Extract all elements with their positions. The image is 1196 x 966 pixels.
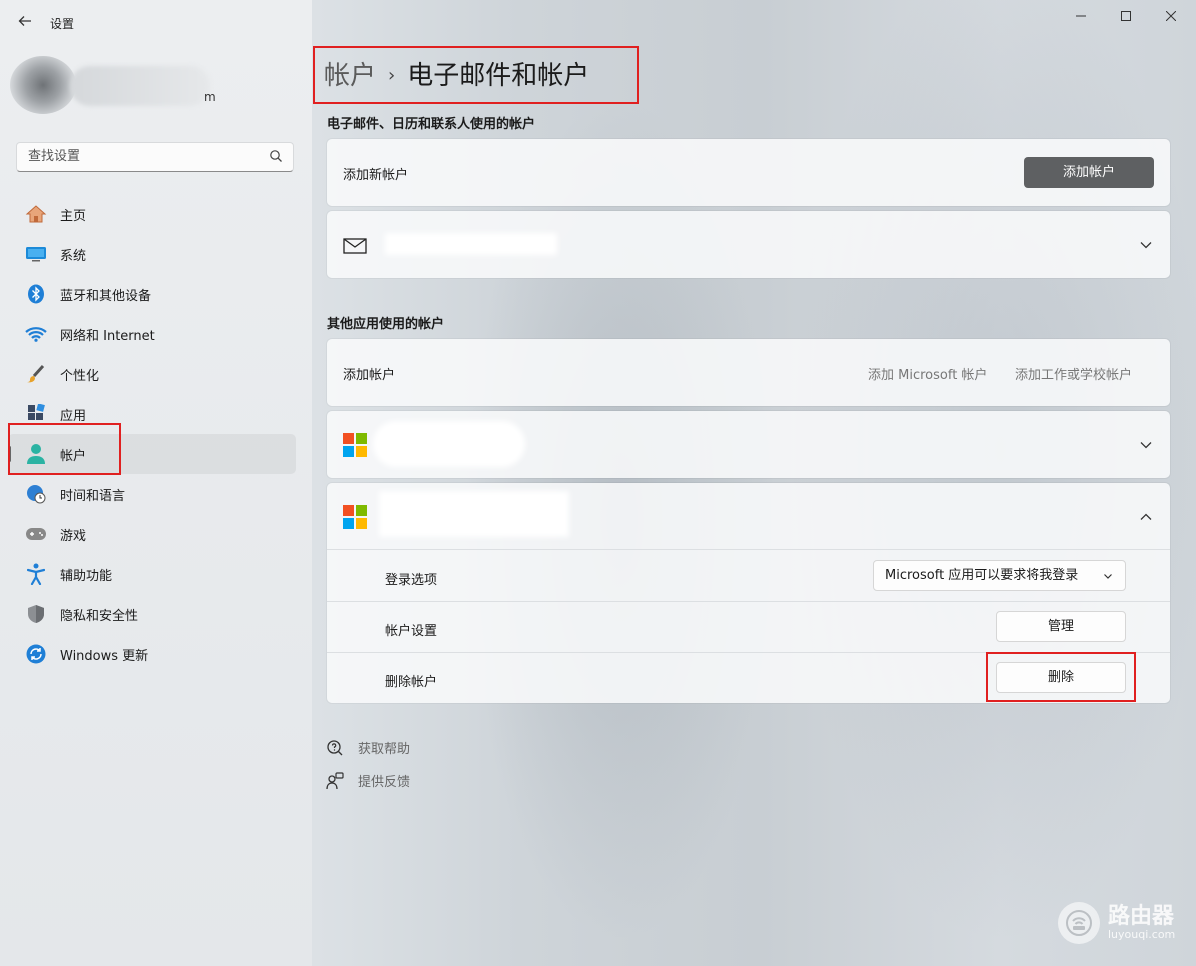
search-icon[interactable] bbox=[269, 149, 283, 163]
sidebar-item-label: 主页 bbox=[60, 208, 87, 224]
microsoft-account-card-collapsed[interactable] bbox=[327, 411, 1170, 478]
feedback-icon bbox=[326, 771, 344, 789]
divider bbox=[327, 601, 1170, 602]
add-account-button[interactable]: 添加帐户 bbox=[1024, 157, 1154, 188]
sidebar-item-system[interactable]: 系统 bbox=[8, 234, 296, 274]
watermark-site: luyouqi.com bbox=[1108, 928, 1176, 941]
maximize-button[interactable] bbox=[1111, 6, 1141, 28]
highlight-accounts-nav bbox=[8, 423, 121, 475]
chevron-down-icon[interactable] bbox=[1139, 238, 1153, 252]
email-account-card[interactable] bbox=[327, 211, 1170, 278]
give-feedback-link[interactable]: 提供反馈 bbox=[326, 771, 410, 790]
chevron-down-icon bbox=[1104, 574, 1112, 579]
manage-button[interactable]: 管理 bbox=[996, 611, 1126, 642]
sidebar-item-accessibility[interactable]: 辅助功能 bbox=[8, 554, 296, 594]
account-name-redacted bbox=[379, 491, 569, 537]
sidebar-item-label: 网络和 Internet bbox=[60, 328, 155, 344]
chevron-up-icon[interactable] bbox=[1139, 510, 1153, 524]
back-button[interactable] bbox=[14, 12, 36, 34]
close-icon bbox=[1165, 10, 1177, 22]
sidebar-item-label: 系统 bbox=[60, 248, 87, 264]
watermark: 路由器 luyouqi.com bbox=[1058, 902, 1175, 944]
wifi-icon bbox=[24, 322, 48, 346]
app-title: 设置 bbox=[50, 17, 75, 31]
remove-account-label: 删除帐户 bbox=[385, 675, 438, 690]
add-email-account-card: 添加新帐户 添加帐户 bbox=[327, 139, 1170, 206]
update-icon bbox=[24, 642, 48, 666]
sidebar-item-label: 个性化 bbox=[60, 368, 100, 384]
home-icon bbox=[24, 202, 48, 226]
get-help-link[interactable]: 获取帮助 bbox=[326, 738, 410, 757]
account-settings-label: 帐户设置 bbox=[385, 624, 438, 639]
signin-options-dropdown[interactable]: Microsoft 应用可以要求将我登录 bbox=[873, 560, 1126, 591]
section-title-email: 电子邮件、日历和联系人使用的帐户 bbox=[327, 117, 536, 132]
shield-icon bbox=[24, 602, 48, 626]
sidebar-item-label: 应用 bbox=[60, 408, 87, 424]
chevron-down-icon[interactable] bbox=[1139, 438, 1153, 452]
sidebar-item-time-language[interactable]: 时间和语言 bbox=[8, 474, 296, 514]
accessibility-icon bbox=[24, 562, 48, 586]
sidebar-item-label: 游戏 bbox=[60, 528, 87, 544]
sidebar-item-home[interactable]: 主页 bbox=[8, 194, 296, 234]
minimize-icon bbox=[1076, 15, 1086, 17]
watermark-name: 路由器 bbox=[1108, 904, 1175, 929]
back-arrow-icon bbox=[18, 16, 31, 26]
add-account-label: 添加帐户 bbox=[343, 368, 396, 383]
sidebar-item-network[interactable]: 网络和 Internet bbox=[8, 314, 296, 354]
sidebar-item-personalization[interactable]: 个性化 bbox=[8, 354, 296, 394]
signin-options-value: Microsoft 应用可以要求将我登录 bbox=[885, 568, 1079, 583]
section-title-other-apps: 其他应用使用的帐户 bbox=[327, 317, 445, 332]
mail-icon bbox=[343, 238, 367, 254]
profile-name-redacted bbox=[70, 66, 210, 106]
get-help-label: 获取帮助 bbox=[358, 742, 411, 757]
close-button[interactable] bbox=[1156, 6, 1186, 28]
sidebar-item-privacy[interactable]: 隐私和安全性 bbox=[8, 594, 296, 634]
give-feedback-label: 提供反馈 bbox=[358, 775, 411, 790]
add-work-school-account-link[interactable]: 添加工作或学校帐户 bbox=[1015, 364, 1132, 383]
sidebar-item-gaming[interactable]: 游戏 bbox=[8, 514, 296, 554]
minimize-button[interactable] bbox=[1066, 6, 1096, 28]
profile-name: m bbox=[204, 90, 216, 104]
bluetooth-icon bbox=[24, 282, 48, 306]
account-name-redacted bbox=[373, 421, 525, 467]
search-box[interactable] bbox=[16, 142, 294, 172]
search-input[interactable] bbox=[26, 148, 260, 165]
sidebar-item-label: 时间和语言 bbox=[60, 488, 126, 504]
add-microsoft-account-link[interactable]: 添加 Microsoft 帐户 bbox=[868, 364, 987, 383]
sidebar-item-label: 辅助功能 bbox=[60, 568, 113, 584]
signin-options-label: 登录选项 bbox=[385, 573, 438, 588]
system-icon bbox=[24, 242, 48, 266]
email-address-redacted bbox=[385, 233, 557, 255]
avatar[interactable] bbox=[10, 56, 76, 114]
sidebar-item-label: Windows 更新 bbox=[60, 648, 149, 664]
sidebar-item-windows-update[interactable]: Windows 更新 bbox=[8, 634, 296, 674]
highlight-breadcrumb bbox=[313, 46, 639, 104]
highlight-remove-button bbox=[986, 652, 1136, 702]
sidebar-item-bluetooth[interactable]: 蓝牙和其他设备 bbox=[8, 274, 296, 314]
sidebar-item-label: 隐私和安全性 bbox=[60, 608, 139, 624]
globe-clock-icon bbox=[24, 482, 48, 506]
router-logo-icon bbox=[1058, 902, 1100, 944]
add-other-account-card: 添加帐户 添加 Microsoft 帐户 添加工作或学校帐户 bbox=[327, 339, 1170, 406]
brush-icon bbox=[24, 362, 48, 386]
maximize-icon bbox=[1121, 11, 1131, 21]
microsoft-logo-icon bbox=[343, 433, 367, 457]
sidebar-item-label: 蓝牙和其他设备 bbox=[60, 288, 152, 304]
add-new-account-label: 添加新帐户 bbox=[343, 168, 409, 183]
microsoft-logo-icon bbox=[343, 505, 367, 529]
divider bbox=[327, 549, 1170, 550]
help-chat-icon bbox=[327, 739, 343, 755]
gamepad-icon bbox=[24, 522, 48, 546]
